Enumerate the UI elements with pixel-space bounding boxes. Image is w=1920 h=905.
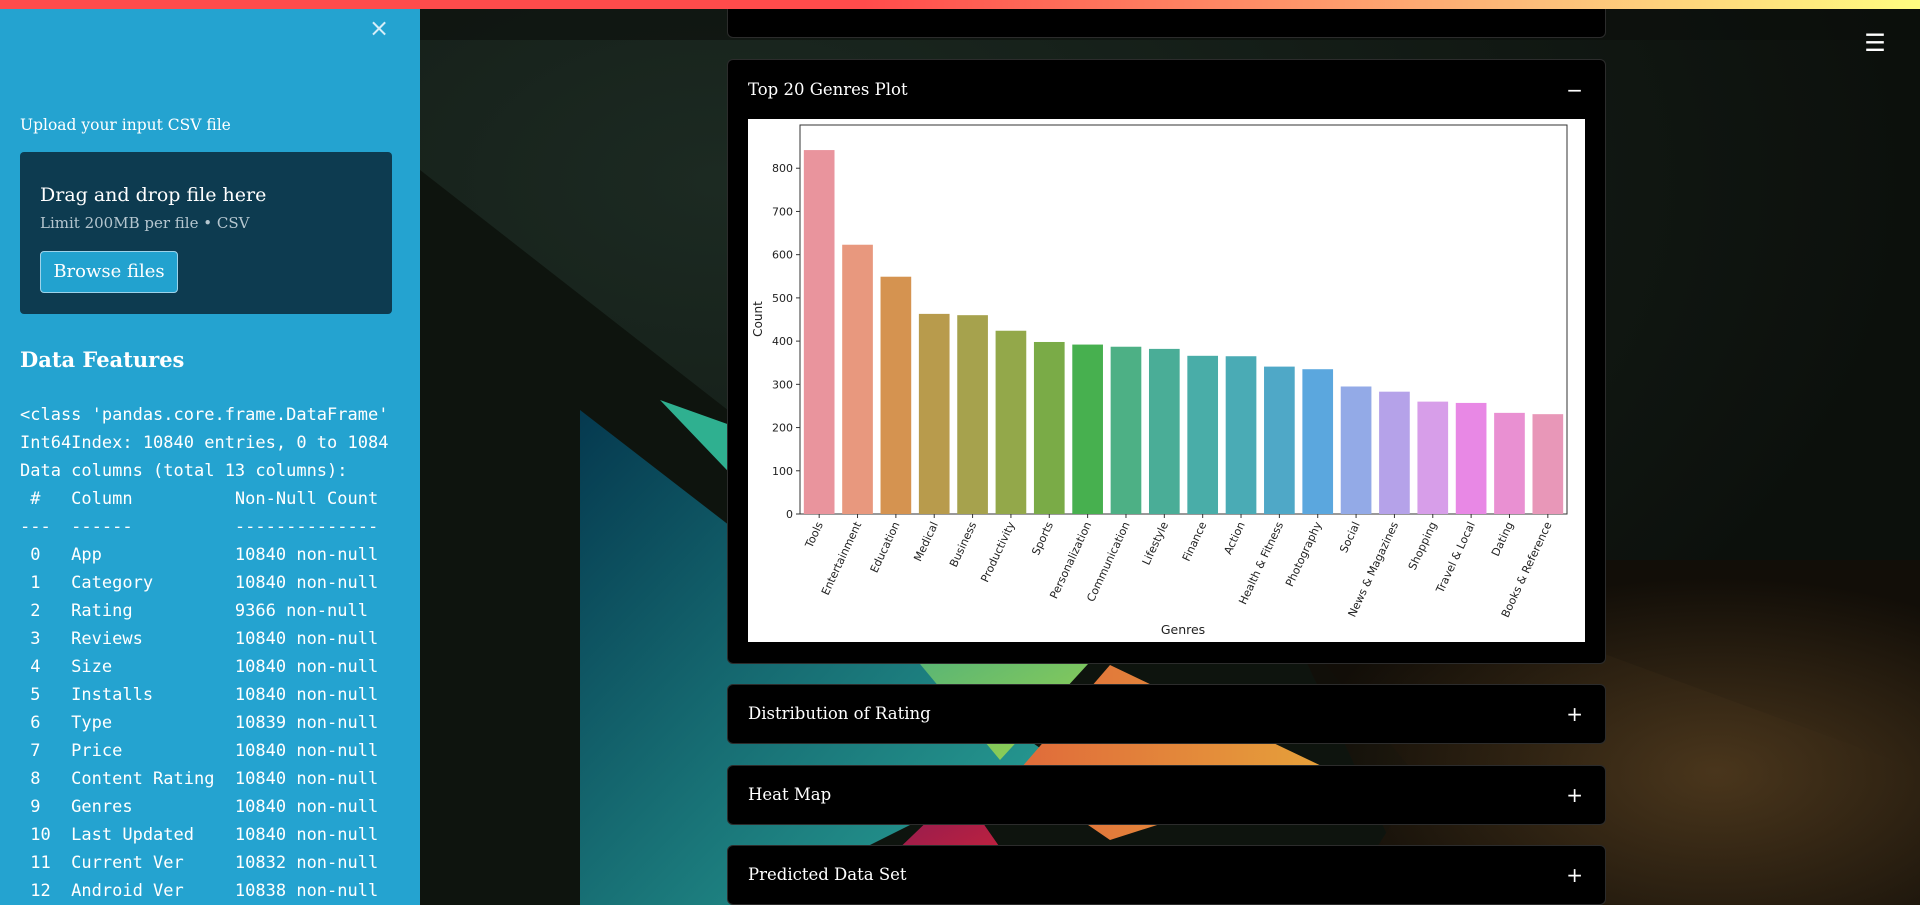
x-tick-label: Education: [868, 520, 903, 575]
top-genres-section: Top 20 Genres Plot − 0 100 200 300 400 500 600…: [727, 59, 1606, 664]
y-tick-label: 0: [786, 508, 793, 521]
heat-map-section[interactable]: Heat Map +: [727, 765, 1606, 825]
dropzone-subtitle: Limit 200MB per file • CSV: [40, 214, 250, 232]
expand-toggle[interactable]: +: [1566, 863, 1583, 887]
x-tick-label: Entertainment: [819, 519, 865, 597]
y-tick-label: 500: [772, 292, 793, 305]
bar-communication: [1110, 346, 1142, 514]
genres-bar-chart: 0 100 200 300 400 500 600 700 800 Tools Entertain…: [748, 119, 1585, 642]
y-axis-label: Count: [751, 301, 765, 337]
x-tick-label: Finance: [1180, 520, 1210, 564]
file-dropzone[interactable]: Drag and drop file here Limit 200MB per …: [20, 152, 392, 314]
y-tick-label: 100: [772, 465, 793, 478]
upload-label: Upload your input CSV file: [20, 116, 231, 134]
data-features-heading: Data Features: [20, 347, 185, 372]
plot-frame: [799, 124, 1568, 515]
dataframe-info-text: <class 'pandas.core.frame.DataFrame' Int…: [20, 401, 388, 905]
x-tick-label: Sports: [1029, 520, 1056, 558]
info-line: 10 Last Updated 10840 non-null: [20, 825, 379, 845]
x-tick-label: Shopping: [1406, 520, 1440, 572]
bar-education: [880, 276, 912, 514]
bar-social: [1340, 386, 1372, 514]
info-line: # Column Non-Null Count: [20, 489, 379, 509]
bar-books-reference: [1532, 414, 1564, 514]
bar-photography: [1302, 369, 1334, 514]
browse-files-button[interactable]: Browse files: [40, 251, 178, 293]
info-line: Data columns (total 13 columns):: [20, 461, 348, 481]
x-tick-label: Personalization: [1047, 520, 1094, 601]
x-tick-label: Tools: [802, 520, 826, 551]
section-title[interactable]: Heat Map: [748, 785, 831, 804]
y-tick-label: 400: [772, 335, 793, 348]
bar-medical: [918, 313, 950, 514]
x-tick-label: Medical: [911, 520, 941, 564]
info-line: --- ------ --------------: [20, 517, 379, 537]
bar-travel-local: [1455, 402, 1487, 514]
section-title[interactable]: Distribution of Rating: [748, 704, 931, 723]
x-axis-label: Genres: [1161, 622, 1205, 637]
close-sidebar-icon[interactable]: ×: [366, 15, 392, 41]
section-title[interactable]: Top 20 Genres Plot: [748, 80, 908, 99]
info-line: 8 Content Rating 10840 non-null: [20, 769, 379, 789]
info-line: 11 Current Ver 10832 non-null: [20, 853, 379, 873]
x-tick-label: Dating: [1489, 520, 1516, 559]
info-line: 1 Category 10840 non-null: [20, 573, 379, 593]
info-line: 6 Type 10839 non-null: [20, 713, 379, 733]
y-tick-label: 800: [772, 162, 793, 175]
x-tick-label: Photography: [1283, 519, 1325, 588]
distribution-of-rating-section[interactable]: Distribution of Rating +: [727, 684, 1606, 744]
info-line: 2 Rating 9366 non-null: [20, 601, 368, 621]
dropzone-title: Drag and drop file here: [40, 184, 267, 206]
x-tick-label: Lifestyle: [1140, 520, 1171, 568]
top-decoration-bar: [0, 0, 1920, 9]
bar-lifestyle: [1148, 348, 1180, 514]
expand-toggle[interactable]: +: [1566, 783, 1583, 807]
info-line: 12 Android Ver 10838 non-null: [20, 881, 379, 901]
x-tick-label: Business: [947, 520, 979, 570]
y-tick-label: 200: [772, 422, 793, 435]
info-line: 3 Reviews 10840 non-null: [20, 629, 379, 649]
info-line: 9 Genres 10840 non-null: [20, 797, 379, 817]
bar-news-magazines: [1379, 391, 1410, 514]
chart-svg: 0 100 200 300 400 500 600 700 800 ToolsEntertain…: [751, 124, 1568, 637]
bar-health-fitness: [1264, 366, 1295, 514]
info-line: <class 'pandas.core.frame.DataFrame': [20, 405, 389, 425]
y-tick-label: 300: [772, 378, 793, 391]
x-tick-label: Communication: [1084, 520, 1132, 604]
x-tick-label: Productivity: [978, 519, 1018, 584]
bar-personalization: [1072, 344, 1103, 514]
bar-finance: [1187, 355, 1219, 514]
x-tick-label: Travel & Local: [1433, 520, 1478, 596]
hamburger-menu-icon[interactable]: ☰: [1862, 30, 1888, 56]
sidebar: × Upload your input CSV file Drag and dr…: [0, 9, 420, 905]
bar-dating: [1494, 412, 1525, 514]
bar-shopping: [1417, 401, 1449, 514]
x-tick-label: Action: [1221, 520, 1247, 557]
y-tick-label: 700: [772, 205, 793, 218]
info-line: Int64Index: 10840 entries, 0 to 1084: [20, 433, 389, 453]
predicted-data-set-section[interactable]: Predicted Data Set +: [727, 845, 1606, 905]
info-line: 4 Size 10840 non-null: [20, 657, 379, 677]
bar-business: [957, 315, 988, 514]
info-line: 7 Price 10840 non-null: [20, 741, 379, 761]
bar-tools: [803, 150, 835, 514]
info-line: 5 Installs 10840 non-null: [20, 685, 379, 705]
collapse-toggle[interactable]: −: [1566, 78, 1583, 102]
info-line: 0 App 10840 non-null: [20, 545, 379, 565]
bar-action: [1225, 356, 1257, 514]
bar-productivity: [995, 330, 1027, 514]
x-tick-label: Social: [1337, 520, 1363, 555]
expand-toggle[interactable]: +: [1566, 702, 1583, 726]
y-tick-label: 600: [772, 249, 793, 262]
section-title[interactable]: Predicted Data Set: [748, 865, 907, 884]
bar-entertainment: [842, 244, 873, 514]
bar-sports: [1033, 341, 1065, 514]
